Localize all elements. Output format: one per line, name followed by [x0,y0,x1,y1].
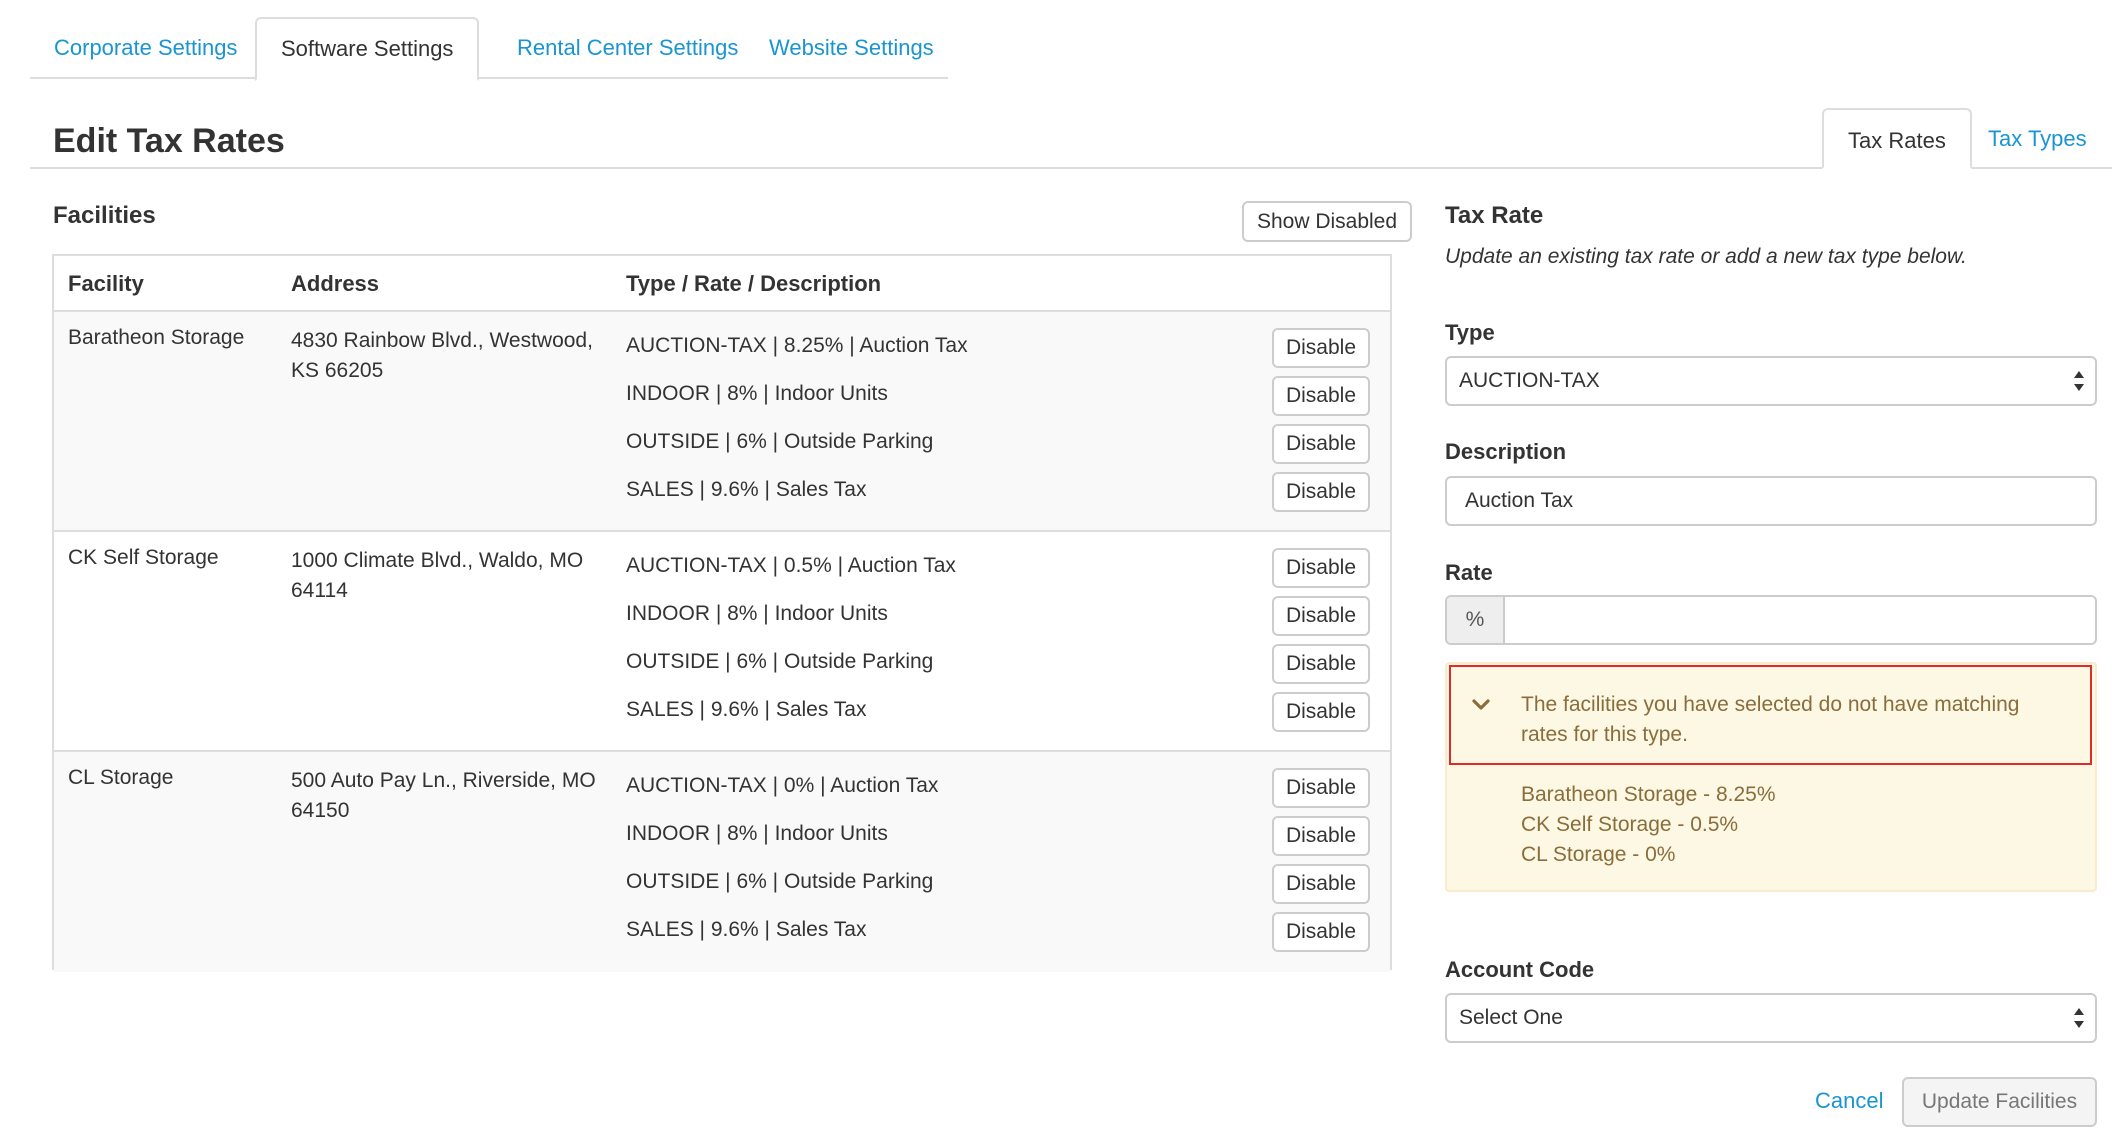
tab-tax-rates[interactable]: Tax Rates [1822,108,1972,169]
table-row: CK Self Storage 1000 Climate Blvd., Wald… [54,532,1390,752]
description-input-value: Auction Tax [1465,489,1574,512]
list-item: CL Storage - 0% [1521,843,1676,866]
disable-button[interactable]: Disable [1272,596,1370,636]
type-select[interactable]: AUCTION-TAX [1445,356,2097,406]
facility-address: 4830 Rainbow Blvd., Westwood, KS 66205 [291,329,593,382]
column-header-type-rate-description: Type / Rate / Description [626,271,882,296]
account-code-select[interactable]: Select One [1445,993,2097,1043]
percent-addon: % [1447,597,1505,643]
facility-address: 500 Auto Pay Ln., Riverside, MO 64150 [291,769,596,822]
title-divider [30,167,2112,169]
alert-highlight-box [1449,665,2092,765]
disable-button[interactable]: Disable [1272,424,1370,464]
table-row: CL Storage 500 Auto Pay Ln., Riverside, … [54,752,1390,972]
facility-address: 1000 Climate Blvd., Waldo, MO 64114 [291,549,584,602]
tab-tax-types[interactable]: Tax Types [1964,108,2111,169]
description-input[interactable]: Auction Tax [1445,476,2097,526]
list-item: Baratheon Storage - 8.25% [1521,783,1776,806]
facility-name: CK Self Storage [68,546,219,569]
tax-rate-hint: Update an existing tax rate or add a new… [1445,245,1967,268]
account-code-label: Account Code [1445,957,1595,982]
facilities-heading: Facilities [53,202,156,229]
list-item: CK Self Storage - 0.5% [1521,813,1739,836]
tab-corporate-settings[interactable]: Corporate Settings [30,17,261,79]
select-arrows-icon [2074,1008,2084,1028]
rate-label: Rate [1445,560,1493,585]
disable-button[interactable]: Disable [1272,692,1370,732]
rate-line: SALES | 9.6% | Sales Tax [626,698,867,721]
rate-line: INDOOR | 8% | Indoor Units [626,602,888,625]
account-code-select-value: Select One [1459,1006,1563,1029]
facilities-table: Facility Address Type / Rate / Descripti… [52,254,1392,972]
type-select-value: AUCTION-TAX [1459,369,1600,392]
disable-button[interactable]: Disable [1272,816,1370,856]
type-label: Type [1445,320,1495,345]
rate-line: INDOOR | 8% | Indoor Units [626,382,888,405]
disable-button[interactable]: Disable [1272,644,1370,684]
rate-line: INDOOR | 8% | Indoor Units [626,822,888,845]
disable-button[interactable]: Disable [1272,548,1370,588]
column-header-facility: Facility [68,271,144,296]
column-header-address: Address [291,271,380,296]
disable-button[interactable]: Disable [1272,472,1370,512]
rate-line: SALES | 9.6% | Sales Tax [626,918,867,941]
select-arrows-icon [2074,371,2084,391]
rate-line: AUCTION-TAX | 8.25% | Auction Tax [626,334,968,357]
rate-line: OUTSIDE | 6% | Outside Parking [626,430,934,453]
page-title: Edit Tax Rates [53,122,285,160]
rate-line: SALES | 9.6% | Sales Tax [626,478,867,501]
mismatch-list: Baratheon Storage - 8.25% CK Self Storag… [1521,780,1776,870]
tax-rate-heading: Tax Rate [1445,202,1544,229]
disable-button[interactable]: Disable [1272,864,1370,904]
disable-button[interactable]: Disable [1272,912,1370,952]
rate-line: OUTSIDE | 6% | Outside Parking [626,870,934,893]
rate-line: AUCTION-TAX | 0% | Auction Tax [626,774,939,797]
rate-line: AUCTION-TAX | 0.5% | Auction Tax [626,554,956,577]
facility-name: CL Storage [68,766,174,789]
description-label: Description [1445,439,1567,464]
tab-software-settings[interactable]: Software Settings [255,17,480,81]
disable-button[interactable]: Disable [1272,376,1370,416]
table-row: Baratheon Storage 4830 Rainbow Blvd., We… [54,312,1390,532]
update-facilities-button[interactable]: Update Facilities [1902,1077,2097,1127]
disable-button[interactable]: Disable [1272,328,1370,368]
rate-input[interactable]: % [1445,595,2097,645]
disable-button[interactable]: Disable [1272,768,1370,808]
tab-rental-center-settings[interactable]: Rental Center Settings [493,17,762,79]
tab-website-settings[interactable]: Website Settings [745,17,958,79]
rate-line: OUTSIDE | 6% | Outside Parking [626,650,934,673]
facility-name: Baratheon Storage [68,326,245,349]
show-disabled-button[interactable]: Show Disabled [1242,201,1412,242]
settings-tab-bar: Corporate Settings Software Settings Ren… [30,17,948,81]
cancel-link[interactable]: Cancel [1815,1088,1883,1114]
table-header: Facility Address Type / Rate / Descripti… [54,256,1390,312]
